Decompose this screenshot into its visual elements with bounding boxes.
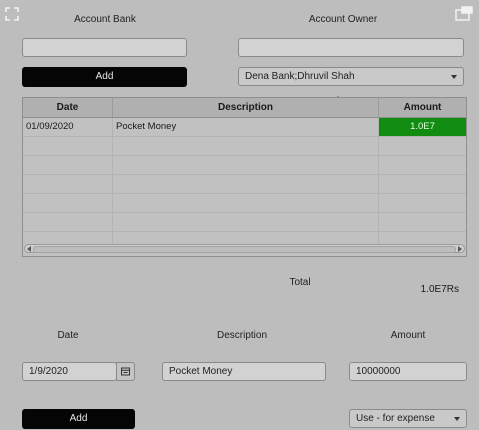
account-owner-input[interactable] bbox=[238, 38, 464, 57]
horizontal-scrollbar[interactable] bbox=[24, 244, 465, 253]
scrollbar-thumb[interactable] bbox=[33, 246, 456, 253]
table-header: Date Description Amount bbox=[23, 98, 466, 118]
amount-input[interactable]: 10000000 bbox=[349, 362, 467, 381]
empty-cell bbox=[23, 194, 113, 212]
chevron-down-icon bbox=[454, 417, 460, 421]
row-amount-cell: 1.0E7 bbox=[379, 118, 466, 136]
add-transaction-button[interactable]: Add bbox=[22, 409, 135, 429]
empty-cell bbox=[113, 156, 379, 174]
account-bank-label: Account Bank bbox=[74, 14, 136, 25]
window-icon[interactable] bbox=[455, 6, 473, 21]
amount-label: Amount bbox=[390, 330, 426, 341]
row-date-cell: 01/09/2020 bbox=[23, 118, 113, 136]
empty-cell bbox=[113, 137, 379, 155]
transaction-type-select[interactable]: Use - for expense bbox=[349, 409, 467, 428]
transaction-type-select-value: Use - for expense bbox=[356, 413, 435, 424]
empty-cell bbox=[113, 213, 379, 231]
calendar-button[interactable] bbox=[116, 362, 135, 381]
empty-cell bbox=[23, 213, 113, 231]
calendar-icon bbox=[121, 367, 130, 376]
description-label: Description bbox=[216, 330, 268, 341]
empty-table-row bbox=[23, 137, 466, 156]
total-value: 1.0E7Rs bbox=[420, 284, 459, 295]
chevron-down-icon bbox=[451, 75, 457, 79]
scroll-right-icon[interactable] bbox=[458, 246, 462, 252]
add-transaction-button-label: Add bbox=[69, 413, 88, 424]
scroll-left-icon[interactable] bbox=[27, 246, 31, 252]
account-select-value: Dena Bank;Dhruvil Shah bbox=[245, 71, 355, 82]
row-description-cell: Pocket Money bbox=[113, 118, 379, 136]
empty-cell bbox=[113, 194, 379, 212]
table-row[interactable]: 01/09/2020 Pocket Money 1.0E7 bbox=[23, 118, 466, 137]
account-select[interactable]: Dena Bank;Dhruvil Shah bbox=[238, 67, 464, 86]
add-account-button[interactable]: Add bbox=[22, 67, 187, 87]
total-label: Total bbox=[289, 277, 311, 288]
account-owner-label: Account Owner bbox=[308, 14, 378, 25]
empty-table-row bbox=[23, 175, 466, 194]
empty-table-row bbox=[23, 213, 466, 232]
transactions-table[interactable]: Date Description Amount 01/09/2020 Pocke… bbox=[22, 97, 467, 257]
empty-table-row bbox=[23, 194, 466, 213]
fullscreen-icon[interactable] bbox=[5, 7, 19, 21]
empty-table-row bbox=[23, 156, 466, 175]
empty-cell bbox=[23, 156, 113, 174]
empty-cell bbox=[23, 137, 113, 155]
account-bank-input[interactable] bbox=[22, 38, 187, 57]
column-header-description[interactable]: Description bbox=[113, 98, 379, 117]
date-picker-field[interactable]: 1/9/2020 bbox=[22, 362, 117, 381]
add-account-button-label: Add bbox=[95, 71, 114, 82]
empty-cell bbox=[113, 175, 379, 193]
date-label: Date bbox=[57, 330, 79, 341]
column-header-date[interactable]: Date bbox=[23, 98, 113, 117]
empty-cell bbox=[23, 175, 113, 193]
description-input[interactable]: Pocket Money bbox=[162, 362, 326, 381]
column-header-amount[interactable]: Amount bbox=[379, 98, 466, 117]
